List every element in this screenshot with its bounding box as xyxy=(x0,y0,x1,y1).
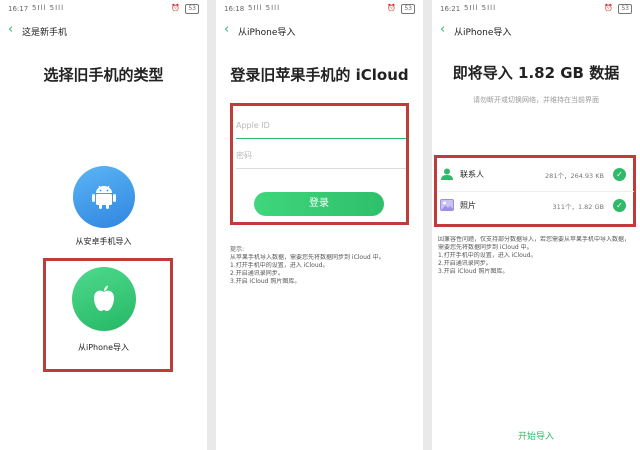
contacts-icon xyxy=(441,168,453,180)
start-import-button[interactable]: 开始导入 xyxy=(432,429,640,442)
password-field[interactable] xyxy=(236,143,406,169)
photos-icon xyxy=(440,199,454,211)
tip-line: 1.打开手机中的设置，进入 iCloud。 xyxy=(438,252,537,259)
signal-icon: 5Ill 5Ill xyxy=(32,4,65,12)
tip-line: 3.开启 iCloud 照片图库。 xyxy=(438,268,509,275)
page-title: 即将导入 1.82 GB 数据 xyxy=(452,64,620,82)
page-title: 选择旧手机的类型 xyxy=(43,66,164,84)
item-label: 照片 xyxy=(460,201,476,210)
screen-icloud-login: 16:18 5Ill 5Ill ⏰ 53 ‹ 从iPhone导入 登录旧苹果手机… xyxy=(216,0,423,450)
tip-line: 因兼容性问题，仅支持部分数据导入，若您需要从苹果手机中导入数据， xyxy=(438,236,631,243)
status-bar: 16:21 5Ill 5Ill ⏰ 53 xyxy=(432,0,640,18)
tip-line: 2.开启通讯录同步。 xyxy=(230,270,284,277)
checkmark-icon[interactable]: ✓ xyxy=(613,168,626,181)
status-bar: 16:17 5Ill 5Ill ⏰ 53 xyxy=(0,0,207,18)
item-label: 联系人 xyxy=(460,170,484,179)
status-time: 16:18 xyxy=(224,5,245,13)
item-meta: 311个，1.82 GB xyxy=(552,203,604,211)
checkmark-icon[interactable]: ✓ xyxy=(613,199,626,212)
screen-select-phone-type: 16:17 5Ill 5Ill ⏰ 53 ‹ 这是新手机 选择旧手机的类型 从安… xyxy=(0,0,207,450)
import-from-iphone-button[interactable] xyxy=(72,267,136,331)
divider xyxy=(438,191,634,192)
tip-line: 需要您先将数据同步到 iCloud 中。 xyxy=(438,244,533,251)
tip-line: 2.开启通讯录同步。 xyxy=(438,260,492,267)
nav-title: 这是新手机 xyxy=(22,28,68,38)
battery-icon: 53 xyxy=(618,4,632,14)
tip-line: 1.打开手机中的设置，进入 iCloud。 xyxy=(230,262,329,269)
android-option-label: 从安卓手机导入 xyxy=(75,237,132,246)
page-subtitle: 请勿断开或切换网络，并维持在当前界面 xyxy=(473,96,599,104)
nav-bar: ‹ 从iPhone导入 xyxy=(216,20,423,42)
login-button[interactable]: 登录 xyxy=(254,192,384,216)
status-right: ⏰ 53 xyxy=(387,4,415,14)
signal-icon: 5Ill 5Ill xyxy=(248,4,281,12)
iphone-option-label: 从iPhone导入 xyxy=(77,343,129,352)
item-meta: 281个，264.93 KB xyxy=(545,172,604,180)
back-chevron-icon[interactable]: ‹ xyxy=(8,23,13,37)
import-from-android-button[interactable] xyxy=(73,166,135,228)
nav-title: 从iPhone导入 xyxy=(238,28,296,38)
status-right: ⏰ 53 xyxy=(604,4,632,14)
battery-icon: 53 xyxy=(185,4,199,14)
status-right: ⏰ 53 xyxy=(171,4,199,14)
alarm-icon: ⏰ xyxy=(387,4,397,12)
alarm-icon: ⏰ xyxy=(171,4,181,12)
password-input[interactable] xyxy=(236,143,406,168)
tip-line: 从苹果手机导入数据，需要您先将数据同步到 iCloud 中。 xyxy=(230,254,385,261)
import-item-photos[interactable]: 照片 311个，1.82 GB ✓ xyxy=(434,193,634,219)
tips-text: 因兼容性问题，仅支持部分数据导入，若您需要从苹果手机中导入数据， 需要您先将数据… xyxy=(438,236,634,276)
nav-bar: ‹ 从iPhone导入 xyxy=(432,20,640,42)
android-icon xyxy=(92,185,116,209)
back-chevron-icon[interactable]: ‹ xyxy=(440,23,445,37)
status-time: 16:17 xyxy=(8,5,29,13)
battery-icon: 53 xyxy=(401,4,415,14)
nav-bar: ‹ 这是新手机 xyxy=(0,20,207,42)
apple-id-input[interactable] xyxy=(236,113,406,138)
screen-import-summary: 16:21 5Ill 5Ill ⏰ 53 ‹ 从iPhone导入 即将导入 1.… xyxy=(432,0,640,450)
back-chevron-icon[interactable]: ‹ xyxy=(224,23,229,37)
status-time: 16:21 xyxy=(440,5,461,13)
page-title: 登录旧苹果手机的 iCloud xyxy=(230,66,409,84)
signal-icon: 5Ill 5Ill xyxy=(464,4,497,12)
apple-icon xyxy=(94,285,114,311)
nav-title: 从iPhone导入 xyxy=(454,28,512,38)
tip-line: 3.开启 iCloud 照片图库。 xyxy=(230,278,301,285)
status-bar: 16:18 5Ill 5Ill ⏰ 53 xyxy=(216,0,423,18)
apple-id-field[interactable] xyxy=(236,113,406,139)
import-item-contacts[interactable]: 联系人 281个，264.93 KB ✓ xyxy=(434,162,634,188)
tip-line: 提示: xyxy=(230,246,245,253)
alarm-icon: ⏰ xyxy=(604,4,614,12)
tips-text: 提示: 从苹果手机导入数据，需要您先将数据同步到 iCloud 中。 1.打开手… xyxy=(230,246,410,286)
